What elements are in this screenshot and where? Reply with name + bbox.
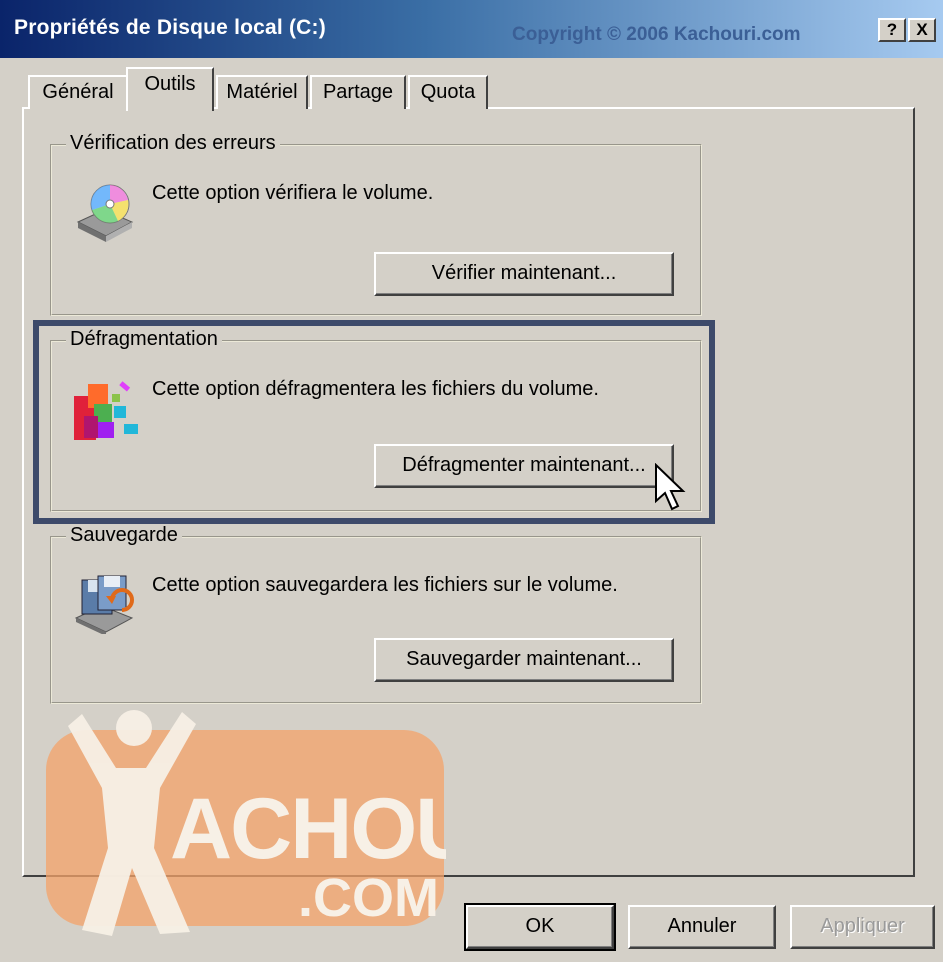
window-title: Propriétés de Disque local (C:) [14, 16, 326, 39]
error-check-description: Cette option vérifiera le volume. [152, 182, 434, 204]
check-now-button[interactable]: Vérifier maintenant... [374, 252, 674, 296]
mouse-cursor-icon [654, 462, 688, 513]
defrag-highlight-frame [33, 320, 715, 524]
backup-title: Sauvegarde [66, 524, 182, 547]
title-bar[interactable]: Propriétés de Disque local (C:) Copyrigh… [0, 0, 943, 58]
close-button[interactable]: X [908, 18, 936, 42]
error-check-group: Vérification des erreurs Cette option vé… [50, 132, 702, 316]
disk-check-icon [74, 182, 134, 242]
watermark-brand: ACHOURI [170, 781, 446, 877]
apply-button[interactable]: Appliquer [790, 905, 935, 949]
help-button[interactable]: ? [878, 18, 906, 42]
tab-quota[interactable]: Quota [408, 75, 488, 109]
cancel-button[interactable]: Annuler [628, 905, 776, 949]
properties-dialog: Propriétés de Disque local (C:) Copyrigh… [0, 0, 943, 962]
tab-outils[interactable]: Outils [126, 67, 214, 111]
kachouri-watermark-logo: ACHOURI .COM [42, 708, 559, 938]
backup-now-button[interactable]: Sauvegarder maintenant... [374, 638, 674, 682]
backup-group: Sauvegarde Cette option sauvegardera les… [50, 524, 702, 704]
backup-icon [74, 574, 134, 636]
copyright-text: Copyright © 2006 Kachouri.com [512, 24, 801, 45]
backup-description: Cette option sauvegardera les fichiers s… [152, 574, 618, 596]
ok-button[interactable]: OK [464, 903, 616, 951]
tab-partage[interactable]: Partage [310, 75, 406, 109]
watermark-suffix: .COM [298, 868, 439, 928]
tab-general[interactable]: Général [28, 75, 128, 109]
error-check-title: Vérification des erreurs [66, 132, 280, 155]
tab-materiel[interactable]: Matériel [216, 75, 308, 109]
